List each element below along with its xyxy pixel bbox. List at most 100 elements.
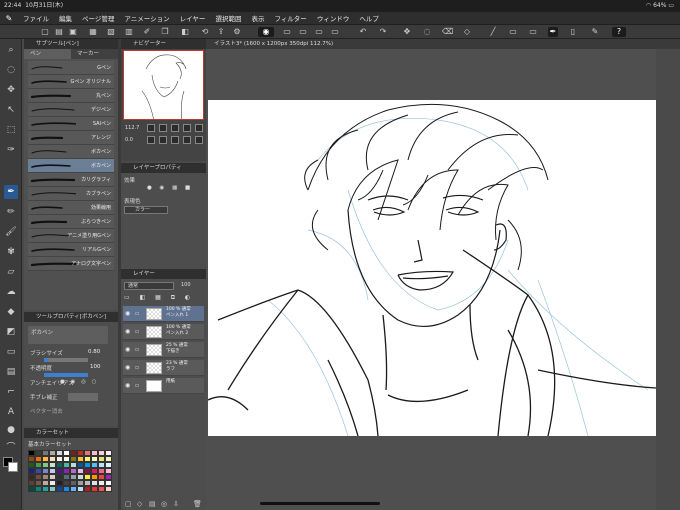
stabilize-slider[interactable] (68, 393, 98, 401)
brush-item[interactable]: デジペン (28, 103, 114, 117)
color-swatch[interactable] (98, 486, 105, 492)
antialias-options[interactable]: ● ◉ ◎ ○ (60, 379, 98, 385)
sync-icon[interactable]: ⟲ (200, 27, 210, 37)
color-swatch[interactable] (42, 486, 49, 492)
menu-edit[interactable]: 編集 (54, 13, 77, 23)
save-icon[interactable]: ▣ (68, 27, 78, 37)
eye-icon[interactable]: ◉ (125, 364, 130, 371)
gradient-tool-icon[interactable]: ◩ (4, 325, 18, 339)
menu-layer[interactable]: レイヤー (175, 13, 211, 23)
color-swatch[interactable] (84, 486, 91, 492)
paper-icon[interactable]: ▯ (568, 27, 578, 37)
layer-row[interactable]: ◉ ▫ 用紙 (123, 378, 204, 394)
brush-tool-icon[interactable]: 🖌 (4, 225, 18, 239)
fit-icon[interactable] (171, 124, 179, 132)
opacity-slider[interactable] (44, 373, 88, 377)
brush-item[interactable]: ボカペン (28, 145, 114, 159)
right-scrollbar[interactable] (656, 49, 680, 510)
color-swatch[interactable] (49, 486, 56, 492)
flip-icon[interactable] (195, 124, 203, 132)
figure-tool-icon[interactable]: ▭ (4, 345, 18, 359)
color-swatch[interactable] (91, 486, 98, 492)
sub-color-swatch[interactable] (8, 462, 18, 472)
nav-rotate-value[interactable]: 0.0 (125, 137, 133, 143)
line-icon[interactable]: ╱ (488, 27, 498, 37)
lasso-tool-icon[interactable]: ◌ (4, 63, 18, 77)
colorset-name[interactable]: 基本カラーセット (28, 440, 72, 448)
blend-tool-icon[interactable]: ☁ (4, 285, 18, 299)
menu-window[interactable]: ウィンドウ (312, 13, 355, 23)
lock-icon[interactable]: ▫ (135, 364, 139, 371)
layer-row[interactable]: ◉ ▫ 100 % 通常 ペン入れ 1 (123, 306, 204, 322)
eye-icon[interactable]: ◉ (125, 346, 130, 353)
transform-icon[interactable]: ✥ (402, 27, 412, 37)
opacity-value[interactable]: 100 (90, 364, 101, 370)
app-logo-icon[interactable]: ✎ (0, 14, 18, 23)
layer-opacity-value[interactable]: 100 (181, 282, 191, 288)
folder-icon[interactable]: ▭ (298, 27, 308, 37)
brush-item[interactable]: アレンジ (28, 131, 114, 145)
zoom-in-icon[interactable] (159, 124, 167, 132)
rotate-right-icon[interactable] (159, 136, 167, 144)
layer-row[interactable]: ◉ ▫ 23 % 通常 ラフ (123, 360, 204, 376)
undo-icon[interactable]: ↶ (358, 27, 368, 37)
brush-item[interactable]: Gペン (28, 61, 114, 75)
fill-icon[interactable]: ◇ (462, 27, 472, 37)
redo-icon[interactable]: ↷ (378, 27, 388, 37)
correct-line-tool-icon[interactable]: ⌒ (4, 441, 18, 455)
brush-item[interactable]: Gペン オリジナル (28, 75, 114, 89)
brush-item[interactable]: アニメ塗り用Gペン (28, 229, 114, 243)
menu-file[interactable]: ファイル (18, 13, 54, 23)
pen-blue-icon[interactable]: ✎ (590, 27, 600, 37)
color-swatch[interactable] (63, 486, 70, 492)
color-swatch[interactable] (105, 486, 112, 492)
brush-item[interactable]: リアルGペン (28, 243, 114, 257)
layer-row[interactable]: ◉ ▫ 25 % 通常 下描き (123, 342, 204, 358)
frame-icon[interactable]: ▭ (508, 27, 518, 37)
color-swatch[interactable] (35, 486, 42, 492)
new-layer-icon[interactable]: ▢ (125, 500, 132, 508)
delete-layer-icon[interactable]: 🗑 (193, 500, 202, 508)
layer-icon[interactable]: ◧ (180, 27, 190, 37)
fill-tool-icon[interactable]: ◆ (4, 305, 18, 319)
clear-icon[interactable]: ⌫ (442, 27, 453, 37)
export-icon[interactable]: ⇪ (216, 27, 226, 37)
expression-color-select[interactable]: カラー (124, 206, 168, 214)
clipboard-icon[interactable]: ▭ (330, 27, 340, 37)
airbrush-tool-icon[interactable]: ✾ (4, 245, 18, 259)
brush-item[interactable]: カブラペン (28, 187, 114, 201)
brush-item[interactable]: ボカペン (28, 159, 114, 173)
color-swatch[interactable] (28, 486, 35, 492)
eye-icon[interactable]: ◉ (125, 328, 130, 335)
image-icon[interactable]: ▧ (106, 27, 116, 37)
layer-tool-buttons[interactable]: ▭ ◧ ▦ ⧉ ◐ (124, 294, 194, 302)
open-file-icon[interactable]: ▤ (54, 27, 64, 37)
move-tool-icon[interactable]: ✥ (4, 83, 18, 97)
brush-item[interactable]: SAIペン (28, 117, 114, 131)
flip-v-icon[interactable] (195, 136, 203, 144)
nav-zoom-value[interactable]: 112.7 (125, 125, 139, 131)
balloon-tool-icon[interactable]: ● (4, 423, 18, 437)
grid-icon[interactable]: ▦ (88, 27, 98, 37)
lock-icon[interactable]: ▫ (135, 346, 139, 353)
mask-icon[interactable]: ◎ (161, 500, 167, 508)
lock-icon[interactable]: ▫ (135, 328, 139, 335)
tab-pen[interactable]: ペン (24, 49, 71, 59)
brush-item[interactable]: 効果線用 (28, 201, 114, 215)
new-folder-icon[interactable]: ▤ (149, 500, 156, 508)
brush-size-slider[interactable] (44, 358, 88, 362)
menu-page[interactable]: ページ管理 (77, 13, 119, 23)
paste-icon[interactable]: ▭ (314, 27, 324, 37)
settings-icon[interactable]: ⚙ (232, 27, 242, 37)
cut-icon[interactable]: ▭ (282, 27, 292, 37)
eraser-tool-icon[interactable]: ▱ (4, 265, 18, 279)
brush-item[interactable]: 丸ペン (28, 89, 114, 103)
menu-animation[interactable]: アニメーション (119, 13, 174, 23)
menu-help[interactable]: ヘルプ (354, 13, 384, 23)
menu-view[interactable]: 表示 (246, 13, 269, 23)
rotate-left-icon[interactable] (147, 136, 155, 144)
ruler-icon[interactable]: ▥ (124, 27, 134, 37)
new-vector-layer-icon[interactable]: ◇ (137, 500, 142, 508)
pen-tool-icon[interactable]: ✒ (4, 185, 18, 199)
copy-icon[interactable]: ❐ (160, 27, 170, 37)
